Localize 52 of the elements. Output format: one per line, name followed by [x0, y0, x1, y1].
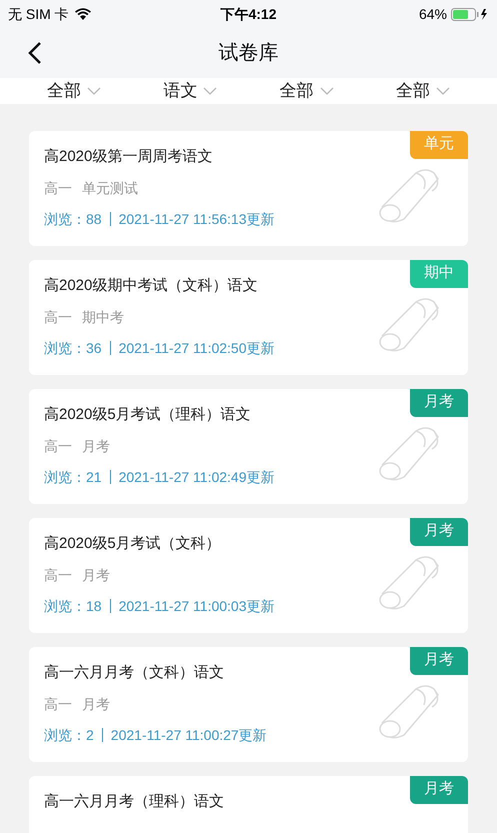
update-time: 2021-11-27 11:00:03更新: [118, 596, 274, 616]
view-count: 浏览：18: [44, 596, 102, 616]
chevron-down-icon: [203, 86, 218, 95]
update-time: 2021-11-27 11:56:13更新: [118, 210, 274, 228]
filter-dropdown[interactable]: 语文: [163, 78, 218, 104]
grade-label: 高一: [44, 308, 72, 326]
paper-card[interactable]: 月考 高一六月月考（文科）语文 高一 月考 浏览：2 2021-11-27 11:00:27更新: [29, 646, 468, 762]
chevron-down-icon: [87, 86, 102, 95]
paper-tag: 月考: [410, 646, 468, 674]
chevron-down-icon: [436, 86, 450, 95]
filter-dropdown[interactable]: 全部: [47, 78, 102, 104]
paper-card[interactable]: 月考 高2020级5月考试（理科）语文 高一 月考 浏览：21 2021-11-27 11:02:49更新: [29, 388, 468, 504]
exam-type: 月考: [82, 436, 110, 456]
filter-dropdown[interactable]: 全部: [280, 78, 334, 104]
filter-dropdown[interactable]: 全部: [396, 78, 450, 104]
grade-label: 高一: [44, 694, 72, 714]
page-title: 试卷库: [218, 41, 278, 66]
paper-card[interactable]: 期中 高2020级期中考试（文科）语文 高一 期中考 浏览：36 2021-11-27 11:02:50更新: [29, 260, 468, 374]
paper-card[interactable]: 月考 高一六月月考（理科）语文: [29, 776, 468, 833]
paper-tag: 单元: [410, 130, 468, 158]
paper-title: 高一六月月考（理科）语文: [44, 792, 225, 812]
grade-label: 高一: [44, 436, 72, 456]
update-time: 2021-11-27 11:02:50更新: [118, 338, 274, 358]
view-count: 浏览：2: [44, 726, 94, 744]
paper-title: 高一六月月考（文科）语文: [44, 662, 225, 682]
update-time: 2021-11-27 11:02:49更新: [118, 468, 274, 486]
paper-title: 高2020级5月考试（理科）语文: [44, 404, 252, 424]
battery-charging-icon: [451, 8, 489, 20]
grade-label: 高一: [44, 566, 72, 584]
paper-card[interactable]: 月考 高2020级5月考试（文科） 高一 月考 浏览：18 2021-11-27 11:00:03更新: [29, 518, 468, 632]
battery-percent: 64%: [418, 4, 447, 24]
paper-title: 高2020级5月考试（文科）: [44, 534, 222, 554]
paper-card[interactable]: 单元 高2020级第一周周考语文 高一 单元测试 浏览：88 2021-11-27 11:56:13更新: [29, 130, 468, 246]
view-count: 浏览：21: [44, 468, 102, 486]
paper-title: 高2020级期中考试（文科）语文: [44, 276, 258, 296]
exam-type: 月考: [82, 694, 110, 714]
paper-tag: 月考: [410, 388, 468, 416]
update-time: 2021-11-27 11:00:27更新: [110, 726, 267, 744]
exam-type: 单元测试: [82, 178, 138, 198]
wifi-icon: [74, 8, 91, 20]
grade-label: 高一: [44, 178, 72, 198]
carrier-label: 无 SIM 卡: [8, 4, 69, 24]
chevron-down-icon: [320, 86, 334, 95]
paper-tag: 月考: [410, 776, 468, 804]
clock: 下午4:12: [220, 4, 277, 24]
paper-tag: 期中: [410, 260, 468, 288]
exam-type: 期中考: [82, 308, 124, 326]
paper-tag: 月考: [410, 518, 468, 546]
view-count: 浏览：88: [44, 210, 102, 228]
exam-type: 月考: [82, 566, 110, 584]
paper-title: 高2020级第一周周考语文: [44, 146, 214, 166]
view-count: 浏览：36: [44, 338, 102, 358]
